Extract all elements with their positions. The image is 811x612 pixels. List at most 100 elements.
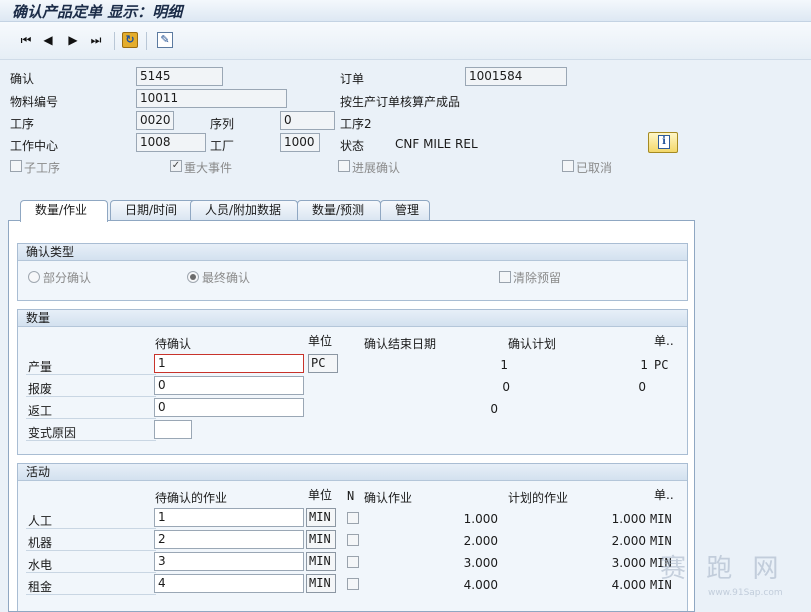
tab-panel: 确认类型 部分确认 最终确认 清除预留 数量 待确认 单位 确认结束日期 确认计… [8,220,695,612]
variance-reason-input[interactable] [154,420,192,439]
sub-operation-checkbox[interactable] [10,160,22,172]
workcenter-field[interactable]: 1008 [136,133,206,152]
activity-row-input[interactable]: 4 [154,574,304,593]
clear-reservations-label: 清除预留 [513,271,562,285]
activity-row-label: 机器 [28,536,53,550]
activity-row-no-remaining-checkbox[interactable] [347,578,359,590]
activity-row-no-remaining-checkbox[interactable] [347,556,359,568]
rework-label: 返工 [28,404,53,418]
operation-label: 工序 [10,117,35,131]
toolbar: ⏮ ◀ ▶ ⏭ ↻ ✎ [0,22,811,60]
yield-label: 产量 [28,360,53,374]
activity-unit-column-header: 单位 [308,488,333,502]
scrap-plan: 0 [638,380,646,394]
activity-row-confirm: 3.000 [463,556,498,570]
activity-row-planned: 2.000 [611,534,646,548]
partial-confirm-radio[interactable] [28,271,40,283]
status-value: CNF MILE REL [395,137,478,151]
activity-row-no-remaining-checkbox[interactable] [347,534,359,546]
order-number-field[interactable]: 1001584 [465,67,567,86]
activity-row-planned-unit: MIN [650,534,672,548]
quantity-group: 数量 待确认 单位 确认结束日期 确认计划 单.. 产量 1 PC 1 1 PC… [17,309,688,455]
last-record-icon[interactable]: ⏭ [88,32,104,48]
activity-row-no-remaining-checkbox[interactable] [347,512,359,524]
next-record-icon[interactable]: ▶ [65,32,81,48]
yield-unit-field[interactable]: PC [308,354,338,373]
progress-confirm-checkbox[interactable] [338,160,350,172]
rework-quantity-input[interactable]: 0 [154,398,304,417]
tab-admin[interactable]: 管理 [380,200,430,221]
activity-row-planned-unit: MIN [650,512,672,526]
scrap-quantity-input[interactable]: 0 [154,376,304,395]
activity-row-label: 水电 [28,558,53,572]
activity-pending-column-header: 待确认的作业 [155,491,228,505]
yield-end-date: 1 [500,358,508,372]
unit-column-header: 单位 [308,334,333,348]
activity-row-label: 租金 [28,580,53,594]
confirm-type-title: 确认类型 [18,244,687,261]
variance-reason-label: 变式原因 [28,426,77,440]
rework-end-date: 0 [490,402,498,416]
operation-field[interactable]: 0020 [136,111,174,130]
operation-text: 工序2 [340,117,372,131]
activity-row-label: 人工 [28,514,53,528]
activity-row-input[interactable]: 2 [154,530,304,549]
refresh-icon[interactable]: ↻ [122,32,138,48]
milestone-checkbox[interactable]: ✓ [170,160,182,172]
first-record-icon[interactable]: ⏮ [18,32,34,48]
activity-row-input[interactable]: 1 [154,508,304,527]
activity-row-unit[interactable]: MIN [306,552,336,571]
yield-quantity-input[interactable]: 1 [154,354,304,373]
cancelled-checkbox[interactable] [562,160,574,172]
activities-group: 活动 待确认的作业 单位 N 确认作业 计划的作业 单.. 人工 1 MIN 1… [17,463,688,611]
scrap-label: 报废 [28,382,53,396]
activity-row-planned-unit: MIN [650,556,672,570]
sequence-field[interactable]: 0 [280,111,335,130]
workcenter-label: 工作中心 [10,139,59,153]
info-icon: i [658,135,670,149]
cancelled-label: 已取消 [576,161,613,175]
edit-icon[interactable]: ✎ [157,32,173,48]
plant-label: 工厂 [210,139,235,153]
activity-planned-column-header: 计划的作业 [508,491,569,505]
activity-row-unit[interactable]: MIN [306,574,336,593]
watermark-url: www.91Sap.com [708,588,783,598]
title-bar: 确认产品定单 显示：明细 [0,0,811,22]
activity-row-planned: 1.000 [611,512,646,526]
status-info-button[interactable]: i [648,132,678,153]
window-title: 确认产品定单 显示：明细 [12,3,183,21]
tab-quantity-forecast[interactable]: 数量/预测 [297,200,381,221]
confirm-type-group: 确认类型 部分确认 最终确认 清除预留 [17,243,688,301]
material-label: 物料编号 [10,95,59,109]
final-confirm-label: 最终确认 [202,271,251,285]
end-date-column-header: 确认结束日期 [364,337,437,351]
activity-row-input[interactable]: 3 [154,552,304,571]
plant-field[interactable]: 1000 [280,133,320,152]
activity-row-planned: 4.000 [611,578,646,592]
status-label: 状态 [340,139,365,153]
final-confirm-radio[interactable] [187,271,199,283]
clear-reservations-checkbox[interactable] [499,271,511,283]
scrap-end-date: 0 [502,380,510,394]
confirm-number-field[interactable]: 5145 [136,67,223,86]
progress-confirm-label: 进展确认 [352,161,401,175]
activity-unit2-column-header: 单.. [654,488,674,502]
tab-personnel-data[interactable]: 人员/附加数据 [190,200,298,221]
toolbar-separator [114,32,115,50]
sequence-label: 序列 [210,117,235,131]
partial-confirm-label: 部分确认 [43,271,92,285]
unit2-column-header: 单.. [654,334,674,348]
tab-quantity-activity[interactable]: 数量/作业 [20,200,108,222]
costing-note: 按生产订单核算产成品 [340,95,461,109]
material-number-field[interactable]: 10011 [136,89,287,108]
tab-dates-times[interactable]: 日期/时间 [110,200,197,221]
sub-operation-label: 子工序 [24,161,61,175]
activity-row-unit[interactable]: MIN [306,530,336,549]
milestone-label: 重大事件 [184,161,233,175]
activity-row-confirm: 1.000 [463,512,498,526]
quantity-title: 数量 [18,310,687,327]
activities-title: 活动 [18,464,687,481]
previous-record-icon[interactable]: ◀ [40,32,56,48]
activity-n-column-header: N [347,489,355,503]
activity-row-unit[interactable]: MIN [306,508,336,527]
